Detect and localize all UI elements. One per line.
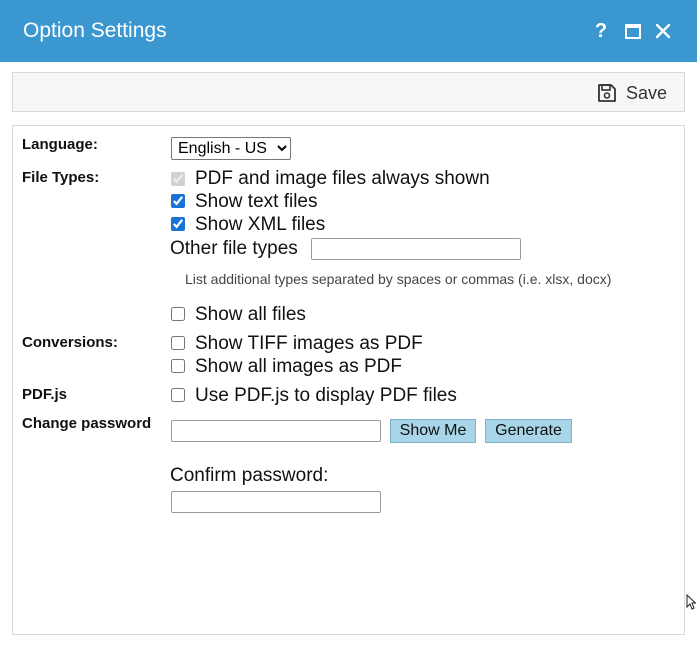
other-file-types-label: Other file types: [170, 238, 298, 259]
confirm-password-input[interactable]: [171, 491, 381, 513]
show-text-files-checkbox[interactable]: [171, 194, 185, 208]
password-input[interactable]: [171, 420, 381, 442]
change-password-label: Change password: [22, 415, 152, 432]
show-me-button[interactable]: Show Me: [390, 419, 476, 443]
other-file-types-hint: List additional types separated by space…: [185, 271, 612, 287]
use-pdfjs-label: Use PDF.js to display PDF files: [195, 385, 457, 406]
show-xml-files-label: Show XML files: [195, 214, 326, 235]
option-settings-dialog: Option Settings ? Save Language: English…: [0, 0, 697, 646]
title-bar: Option Settings ?: [0, 0, 697, 62]
dialog-title: Option Settings: [23, 19, 167, 42]
show-all-files-checkbox[interactable]: [171, 307, 185, 321]
close-icon[interactable]: [652, 20, 674, 42]
settings-panel: [12, 125, 685, 635]
pdfjs-label: PDF.js: [22, 386, 68, 403]
generate-button[interactable]: Generate: [485, 419, 572, 443]
pdf-images-checkbox[interactable]: [171, 172, 185, 186]
language-select[interactable]: English - US: [171, 137, 291, 160]
save-label: Save: [625, 82, 667, 103]
file-types-label: File Types:: [22, 169, 100, 186]
tiff-as-pdf-label: Show TIFF images as PDF: [195, 333, 423, 354]
toolbar: Save: [12, 72, 685, 112]
mouse-cursor-icon: [686, 594, 696, 610]
save-button[interactable]: Save: [597, 81, 667, 105]
confirm-password-label: Confirm password:: [170, 465, 329, 486]
language-label: Language:: [22, 136, 98, 153]
show-text-files-label: Show text files: [195, 191, 318, 212]
show-xml-files-checkbox[interactable]: [171, 217, 185, 231]
show-all-files-label: Show all files: [195, 304, 306, 325]
help-icon[interactable]: ?: [590, 20, 612, 42]
other-file-types-input[interactable]: [311, 238, 521, 260]
use-pdfjs-checkbox[interactable]: [171, 388, 185, 402]
images-as-pdf-label: Show all images as PDF: [195, 356, 402, 377]
pdf-images-label: PDF and image files always shown: [195, 168, 490, 189]
images-as-pdf-checkbox[interactable]: [171, 359, 185, 373]
conversions-label: Conversions:: [22, 334, 118, 351]
maximize-icon[interactable]: [622, 20, 644, 42]
tiff-as-pdf-checkbox[interactable]: [171, 336, 185, 350]
save-icon: [598, 84, 616, 102]
